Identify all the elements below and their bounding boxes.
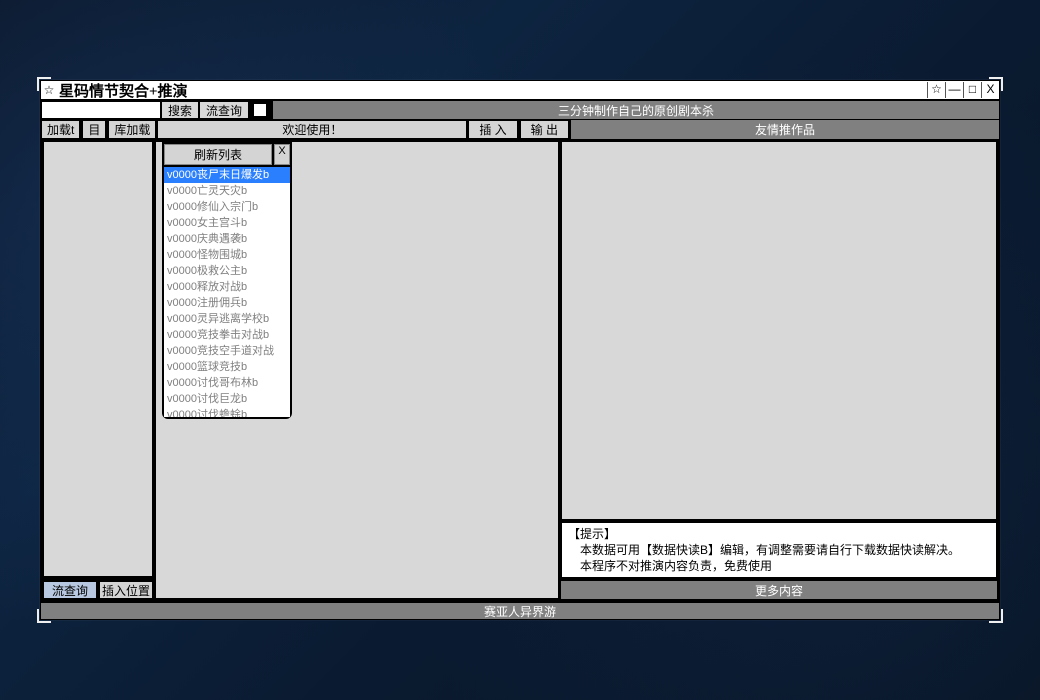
window-controls: ☆ — □ X (927, 82, 999, 98)
left-panel (43, 141, 153, 577)
toolbar: 搜索 流查询 三分钟制作自己的原创剧本杀 (41, 101, 999, 119)
close-list-button[interactable]: X (274, 144, 290, 165)
refresh-list-button[interactable]: 刷新列表 (164, 144, 272, 165)
minimize-button[interactable]: — (945, 82, 963, 98)
welcome-text: 欢迎使用！ (158, 120, 466, 139)
scenario-list-item[interactable]: v0000怪物围城b (164, 247, 290, 263)
app-window: ☆ 星码情节契合+推演 ☆ — □ X 搜索 流查询 三分钟制作自己的原创剧本杀… (40, 80, 1000, 620)
middle-column: 刷新列表 X v0000丧尸末日爆发bv0000亡灵天灾bv0000修仙入宗门b… (155, 139, 561, 601)
scenario-list-item[interactable]: v0000女主宫斗b (164, 215, 290, 231)
app-icon: ☆ (41, 83, 57, 97)
scenario-list-item[interactable]: v0000释放对战b (164, 279, 290, 295)
scenario-list-item[interactable]: v0000庆典遇袭b (164, 231, 290, 247)
scenario-list-panel: 刷新列表 X v0000丧尸末日爆发bv0000亡灵天灾bv0000修仙入宗门b… (162, 142, 292, 419)
right-output-panel[interactable] (561, 141, 997, 520)
scenario-list-item[interactable]: v0000讨伐蟾蜍b (164, 407, 290, 417)
close-button[interactable]: X (981, 82, 999, 98)
scenario-list-item[interactable]: v0000注册佣兵b (164, 295, 290, 311)
footer-text: 赛亚人异界游 (41, 601, 999, 619)
hint-line2: 本程序不对推演内容负责，免费使用 (568, 558, 990, 574)
search-input[interactable] (41, 101, 161, 119)
output-button[interactable]: 输 出 (520, 120, 569, 139)
secondary-toolbar: 加载t 目 库加载 欢迎使用！ 插 入 输 出 友情推作品 (41, 119, 999, 139)
hint-title: 【提示】 (568, 526, 990, 542)
scenario-list-item[interactable]: v0000讨伐巨龙b (164, 391, 290, 407)
left-flow-query-button[interactable]: 流查询 (43, 581, 97, 599)
main-body: 流查询 插入位置 刷新列表 X v0000丧尸末日爆发bv0000亡灵天灾bv0… (41, 139, 999, 601)
maximize-button[interactable]: □ (963, 82, 981, 98)
scenario-list-item[interactable]: v0000丧尸末日爆发b (164, 167, 290, 183)
recommend-header: 友情推作品 (569, 120, 999, 139)
library-load-button[interactable]: 库加载 (108, 120, 156, 139)
scenario-list-item[interactable]: v0000篮球竞技b (164, 359, 290, 375)
catalog-button[interactable]: 目 (82, 120, 106, 139)
toolbar-checkbox[interactable] (253, 103, 267, 117)
window-title: 星码情节契合+推演 (57, 80, 927, 101)
scenario-listbox[interactable]: v0000丧尸末日爆发bv0000亡灵天灾bv0000修仙入宗门bv0000女主… (164, 167, 290, 417)
favorite-button[interactable]: ☆ (927, 82, 945, 98)
more-content-button[interactable]: 更多内容 (561, 581, 997, 599)
hint-line1: 本数据可用【数据快读B】编辑，有调整需要请自行下载数据快读解决。 (568, 542, 990, 558)
scenario-list-item[interactable]: v0000竞技拳击对战b (164, 327, 290, 343)
load-button[interactable]: 加载t (41, 120, 80, 139)
scenario-list-item[interactable]: v0000讨伐哥布林b (164, 375, 290, 391)
right-column: 【提示】 本数据可用【数据快读B】编辑，有调整需要请自行下载数据快读解决。 本程… (561, 139, 999, 601)
titlebar: ☆ 星码情节契合+推演 ☆ — □ X (41, 81, 999, 101)
scenario-list-item[interactable]: v0000亡灵天灾b (164, 183, 290, 199)
flow-query-button[interactable]: 流查询 (199, 101, 249, 119)
search-button[interactable]: 搜索 (161, 101, 199, 119)
middle-panel: 刷新列表 X v0000丧尸末日爆发bv0000亡灵天灾bv0000修仙入宗门b… (155, 141, 559, 599)
left-column: 流查询 插入位置 (41, 139, 155, 601)
insert-position-button[interactable]: 插入位置 (99, 581, 153, 599)
left-bottom-buttons: 流查询 插入位置 (41, 579, 155, 601)
scenario-list-item[interactable]: v0000竞技空手道对战 (164, 343, 290, 359)
scenario-list-item[interactable]: v0000修仙入宗门b (164, 199, 290, 215)
scenario-list-item[interactable]: v0000极救公主b (164, 263, 290, 279)
insert-button[interactable]: 插 入 (468, 120, 517, 139)
banner-text: 三分钟制作自己的原创剧本杀 (271, 101, 999, 119)
hint-panel: 【提示】 本数据可用【数据快读B】编辑，有调整需要请自行下载数据快读解决。 本程… (561, 522, 997, 578)
scenario-list-item[interactable]: v0000灵异逃离学校b (164, 311, 290, 327)
